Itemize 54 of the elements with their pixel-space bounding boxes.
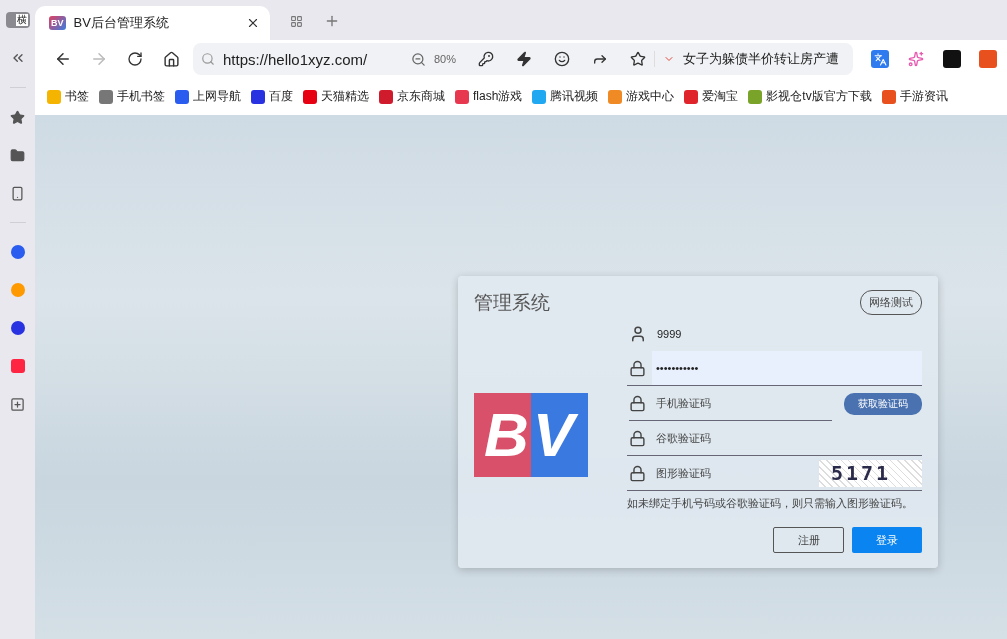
lock-icon — [629, 464, 646, 482]
input-field[interactable]: ••••••••••• — [652, 351, 922, 385]
extension-icon[interactable] — [943, 50, 961, 68]
get-code-button[interactable]: 获取验证码 — [844, 392, 922, 415]
bookmark-link[interactable]: 腾讯视频 — [532, 88, 599, 105]
bookmark-link[interactable]: 游戏中心 — [608, 88, 675, 105]
bookmark-link[interactable]: 上网导航 — [175, 88, 241, 105]
bookmark-link[interactable]: 影视仓tv版官方下载 — [748, 88, 872, 105]
lightning-icon[interactable] — [516, 51, 533, 67]
network-test-button[interactable]: 网络测试 — [860, 290, 922, 315]
tab-favicon: BV — [49, 16, 66, 30]
bookmark-link[interactable]: 京东商城 — [379, 88, 445, 105]
tab-title: BV后台管理系统 — [73, 14, 170, 32]
login-button[interactable]: 登录 — [852, 527, 922, 553]
captcha-image[interactable]: 5171 — [819, 459, 922, 487]
bookmark-link[interactable]: flash游戏 — [455, 88, 523, 105]
bookmark-link[interactable]: 爱淘宝 — [684, 88, 739, 105]
input-field[interactable]: 9999 — [653, 316, 922, 351]
translate-icon[interactable] — [871, 50, 889, 68]
bookmark-link[interactable]: 天猫精选 — [303, 88, 369, 105]
sparkle-icon[interactable] — [907, 50, 925, 68]
address-bar[interactable]: https://hello1xyz.com/ 80% 女子为躲债半价转让房产遭 — [193, 43, 853, 75]
card-title: 管理系统 — [474, 291, 550, 315]
sidebar-toggle[interactable]: 横 — [5, 12, 30, 28]
app-icon[interactable] — [10, 359, 25, 373]
bookmark-link[interactable]: 手游资讯 — [881, 88, 948, 105]
bookmark-link[interactable]: 手机书签 — [99, 88, 165, 105]
input-field[interactable]: 图形验证码 — [652, 456, 813, 490]
star-icon[interactable] — [630, 51, 647, 67]
phone-icon[interactable] — [9, 185, 26, 201]
input-field[interactable]: 谷歌验证码 — [652, 421, 922, 455]
zoom-level: 80% — [434, 53, 457, 65]
input-field[interactable]: 手机验证码 — [652, 386, 832, 420]
lock-icon — [629, 394, 646, 412]
app-icon[interactable] — [10, 321, 25, 335]
browser-tab[interactable]: BV BV后台管理系统 — [35, 6, 270, 40]
register-button[interactable]: 注册 — [773, 527, 844, 553]
search-suggestion[interactable]: 女子为躲债半价转让房产遭 — [683, 50, 840, 68]
search-icon — [201, 52, 215, 66]
add-icon[interactable] — [9, 396, 26, 412]
star-icon[interactable] — [9, 109, 26, 125]
bookmark-link[interactable]: 百度 — [251, 88, 293, 105]
folder-icon[interactable] — [9, 147, 26, 163]
user-icon — [629, 324, 647, 343]
key-icon[interactable] — [478, 51, 495, 67]
zoom-icon[interactable] — [411, 51, 426, 67]
close-icon[interactable] — [246, 16, 260, 30]
lock-icon — [629, 359, 646, 377]
url-text: https://hello1xyz.com/ — [223, 50, 369, 68]
smiley-icon[interactable] — [554, 51, 571, 67]
bookmark-link[interactable]: 书签 — [47, 88, 89, 105]
lock-icon — [629, 429, 646, 447]
app-icon[interactable] — [10, 245, 25, 259]
hint-text: 如未绑定手机号码或谷歌验证码，则只需输入图形验证码。 — [627, 497, 914, 511]
